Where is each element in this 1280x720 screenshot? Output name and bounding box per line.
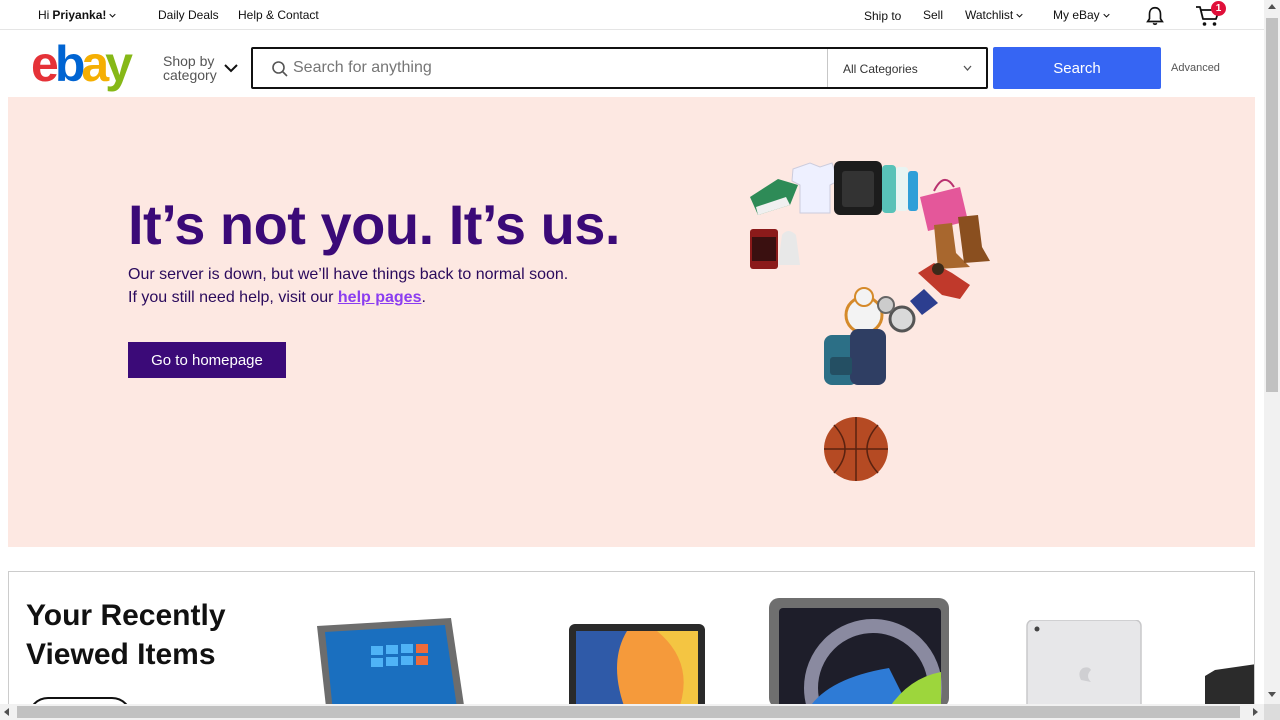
scroll-down-arrow-icon[interactable] [1268,692,1276,697]
help-pages-link[interactable]: help pages [338,289,422,306]
hero-title: It’s not you. It’s us. [128,193,621,256]
chevron-down-icon[interactable] [224,63,238,73]
recently-viewed-title: Your Recently Viewed Items [26,596,226,674]
ebay-logo[interactable]: ebay [31,41,151,93]
horizontal-scroll-thumb[interactable] [17,706,1240,718]
recent-title-line1: Your Recently [26,599,226,632]
hero-message-line2: If you still need help, visit our help p… [128,286,568,309]
my-ebay-label: My eBay [1053,8,1100,22]
svg-text:ebay: ebay [31,41,133,92]
my-ebay-menu[interactable]: My eBay [1053,8,1110,22]
watchlist-label: Watchlist [965,8,1014,22]
hero-message-suffix: . [421,289,426,306]
tablet-thumbnail[interactable] [567,624,707,714]
tablet-thumbnail[interactable] [1025,620,1145,710]
search-icon [272,61,288,77]
search-bar: All Categories [251,47,988,89]
recently-viewed-section: Your Recently Viewed Items [8,571,1255,720]
hero-message: Our server is down, but we’ll have thing… [128,263,568,309]
notification-bell-icon[interactable] [1144,5,1166,27]
help-contact-link[interactable]: Help & Contact [238,8,319,22]
scroll-right-arrow-icon[interactable] [1253,708,1258,716]
chevron-down-icon [1103,13,1110,18]
shop-by-line2: category [163,67,217,83]
greeting-name: Priyanka! [52,8,107,22]
greeting-menu[interactable]: Hi Priyanka! [38,8,117,22]
chevron-down-icon [109,13,117,18]
laptop-thumbnail[interactable] [311,616,471,716]
advanced-search-link[interactable]: Advanced [1171,62,1220,74]
cart-count-badge: 1 [1211,1,1226,16]
scroll-left-arrow-icon[interactable] [4,708,9,716]
hero-message-line1: Our server is down, but we’ll have thing… [128,266,569,283]
error-hero-banner: It’s not you. It’s us. Our server is dow… [8,97,1255,547]
ship-to-link[interactable]: Ship to [864,9,901,23]
tablet-thumbnail[interactable] [769,598,951,708]
question-mark-products-illustration [750,161,990,481]
search-button[interactable]: Search [993,47,1161,89]
shop-by-category-button[interactable]: Shop by category [163,54,217,82]
hero-message-prefix: If you still need help, visit our [128,289,338,306]
watchlist-menu[interactable]: Watchlist [965,8,1023,22]
go-to-homepage-button[interactable]: Go to homepage [128,342,286,378]
category-selected-value: All Categories [843,62,918,76]
greeting-prefix: Hi [38,8,50,22]
vertical-scroll-thumb[interactable] [1266,18,1278,392]
scrollbar-corner [1264,704,1280,720]
daily-deals-link[interactable]: Daily Deals [158,8,219,22]
sell-link[interactable]: Sell [923,8,943,22]
top-utility-bar: Hi Priyanka! Daily Deals Help & Contact … [0,0,1264,30]
search-input[interactable] [293,51,823,85]
chevron-down-icon [1016,13,1023,18]
category-select[interactable]: All Categories [827,49,986,87]
scroll-up-arrow-icon[interactable] [1268,4,1276,9]
recent-title-line2: Viewed Items [26,638,216,671]
shop-by-line1: Shop by [163,53,215,69]
chevron-down-icon [963,65,972,71]
